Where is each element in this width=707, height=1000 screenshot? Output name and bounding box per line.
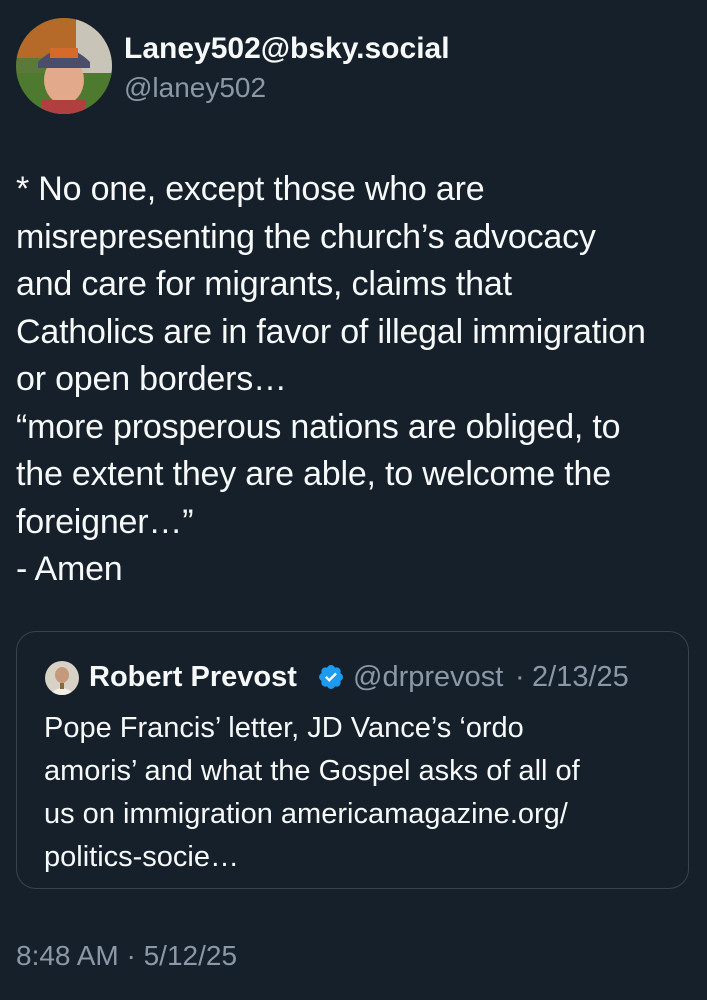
post-text-line: - Amen xyxy=(16,550,123,588)
post-text-line: Catholics are in favor of illegal immigr… xyxy=(16,312,646,351)
quoted-post-card[interactable]: Robert Prevost @drprevost · 2/13/25 Pope… xyxy=(16,631,689,889)
post-text-line: “more prosperous nations are obliged, to xyxy=(16,407,621,446)
post-text-line: the extent they are able, to welcome the xyxy=(16,455,611,493)
post-timestamp[interactable]: 8:48 AM · 5/12/25 xyxy=(16,938,237,974)
author-display-name[interactable]: Laney502@bsky.social xyxy=(124,30,450,68)
post-text-line: misrepresenting the church’s advocacy xyxy=(16,217,596,256)
quoted-author-handle[interactable]: @drprevost xyxy=(353,659,503,695)
verified-badge-icon xyxy=(319,665,343,689)
post-container: Laney502@bsky.social @laney502 * No one,… xyxy=(0,0,707,1000)
quoted-author-name[interactable]: Robert Prevost xyxy=(89,659,297,695)
post-text-line: * No one, except those who are xyxy=(16,170,485,208)
post-text-line: and care for migrants, claims that xyxy=(16,265,512,303)
quoted-text-line: us on immigration americamagazine.org/ xyxy=(44,798,568,830)
post-text: * No one, except those who are misrepres… xyxy=(16,166,691,594)
quoted-post-text: Pope Francis’ letter, JD Vance’s ‘ordo a… xyxy=(44,707,674,879)
quoted-avatar-photo-icon xyxy=(45,661,79,695)
quoted-text-line: Pope Francis’ letter, JD Vance’s ‘ordo xyxy=(44,712,524,744)
quoted-text-line: politics-socie… xyxy=(44,841,239,873)
avatar-photo-icon xyxy=(16,18,112,114)
quoted-text-line: amoris’ and what the Gospel asks of all … xyxy=(44,755,580,787)
post-text-line: foreigner…” xyxy=(16,502,194,541)
quoted-author-avatar[interactable] xyxy=(45,661,79,695)
quoted-separator: · xyxy=(515,661,525,693)
author-avatar[interactable] xyxy=(16,18,112,114)
author-handle[interactable]: @laney502 xyxy=(124,71,266,105)
quoted-post-date[interactable]: 2/13/25 xyxy=(532,659,629,695)
post-text-line: or open borders… xyxy=(16,360,287,398)
